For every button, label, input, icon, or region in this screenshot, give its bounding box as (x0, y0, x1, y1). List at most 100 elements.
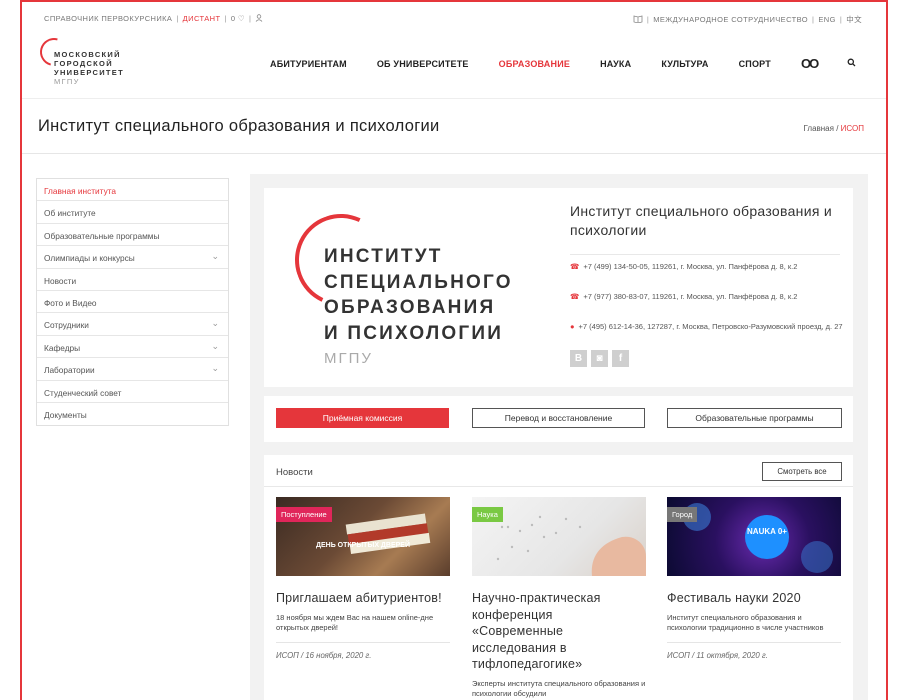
page-title: Институт специального образования и псих… (38, 117, 440, 135)
divider: | (839, 15, 843, 24)
social-links: B ◙ f (570, 350, 629, 367)
sidebar-item-news[interactable]: Новости (37, 269, 228, 291)
phone-icon: ☎ (570, 292, 580, 301)
nav-item-education[interactable]: ОБРАЗОВАНИЕ (499, 59, 570, 69)
divider: | (176, 14, 179, 23)
news-image[interactable]: Город NAUKA 0+ (667, 497, 841, 576)
instagram-icon[interactable]: ◙ (591, 350, 608, 367)
sidebar-item-label: Новости (44, 275, 77, 286)
sidebar-item-labs[interactable]: Лаборатории ⌄ (37, 358, 228, 381)
logo-text: МОСКОВСКИЙ ГОРОДСКОЙ УНИВЕРСИТЕТ МГПУ (54, 50, 124, 86)
news-tag: Наука (472, 507, 503, 522)
action-buttons: Приёмная комиссия Перевод и восстановлен… (264, 396, 853, 442)
divider: | (249, 14, 252, 23)
divider: | (812, 15, 815, 24)
sidebar-item-student-council[interactable]: Студенческий совет (37, 381, 228, 403)
institute-card: ИНСТИТУТ СПЕЦИАЛЬНОГО ОБРАЗОВАНИЯ И ПСИХ… (264, 188, 853, 387)
transfer-button[interactable]: Перевод и восстановление (472, 408, 645, 428)
sidebar-item-label: Фото и Видео (44, 297, 97, 308)
breadcrumb-current: ИСОП (840, 124, 864, 133)
sidebar-item-olympiads[interactable]: Олимпиады и конкурсы ⌄ (37, 246, 228, 269)
phone-icon: ☎ (570, 262, 580, 271)
news-headline[interactable]: Научно-практическая конференция «Совреме… (472, 590, 646, 673)
programs-button[interactable]: Образовательные программы (667, 408, 842, 428)
news-excerpt: 18 ноября мы ждем Вас на нашем online-дн… (276, 613, 450, 644)
news-headline[interactable]: Приглашаем абитуриентов! (276, 590, 450, 607)
vk-icon[interactable]: B (570, 350, 587, 367)
news-image[interactable]: Наука (472, 497, 646, 576)
sidebar-item-label: Лаборатории (44, 365, 95, 376)
sidebar-item-home[interactable]: Главная института (37, 179, 228, 202)
freshman-guide-link[interactable]: СПРАВОЧНИК ПЕРВОКУРСНИКА (44, 14, 172, 24)
lang-eng-link[interactable]: ENG (818, 15, 835, 24)
chevron-down-icon[interactable]: ⌄ (211, 341, 219, 352)
breadcrumb: Главная / ИСОП (804, 124, 864, 133)
breadcrumb-home[interactable]: Главная (804, 124, 834, 133)
sidebar-item-programs[interactable]: Образовательные программы (37, 224, 228, 247)
international-link[interactable]: МЕЖДУНАРОДНОЕ СОТРУДНИЧЕСТВО (653, 15, 808, 24)
book-icon[interactable] (633, 14, 643, 25)
news-date: ИСОП / 16 ноября, 2020 г. (276, 651, 372, 661)
chevron-down-icon[interactable]: ⌄ (211, 363, 219, 374)
page-frame: СПРАВОЧНИК ПЕРВОКУРСНИКА | ДИСТАНТ | 0 ♡… (20, 0, 888, 700)
sidebar-item-label: Образовательные программы (44, 230, 160, 241)
nav-item-applicants[interactable]: АБИТУРИЕНТАМ (270, 59, 347, 69)
divider: | (224, 14, 227, 23)
nav-item-sport[interactable]: СПОРТ (739, 59, 771, 69)
page-title-bar: Институт специального образования и псих… (22, 98, 886, 154)
university-logo[interactable]: МОСКОВСКИЙ ГОРОДСКОЙ УНИВЕРСИТЕТ МГПУ (34, 32, 140, 92)
distant-link[interactable]: ДИСТАНТ (183, 14, 221, 24)
location-pin-icon: ● (570, 322, 575, 331)
sidebar-item-staff[interactable]: Сотрудники ⌄ (37, 313, 228, 336)
contact-phone-1[interactable]: ☎ +7 (499) 134-50-05, 119261, г. Москва, … (570, 262, 845, 273)
sidebar-item-label: Сотрудники (44, 320, 89, 331)
sidebar-item-label: Главная института (44, 186, 117, 196)
nav-item-about[interactable]: ОБ УНИВЕРСИТЕТЕ (377, 59, 469, 69)
sidebar-item-documents[interactable]: Документы (37, 403, 228, 425)
sidebar-item-label: Олимпиады и конкурсы (44, 253, 135, 264)
chevron-down-icon[interactable]: ⌄ (211, 318, 219, 329)
contact-address[interactable]: ● +7 (495) 612-14-36, 127287, г. Москва, … (570, 322, 845, 333)
news-card[interactable]: Наука Научно-практическая конференция «С… (472, 497, 646, 700)
sidebar-item-label: Документы (44, 409, 87, 420)
accessibility-glasses-icon[interactable]: OO (801, 56, 819, 71)
content-area: ИНСТИТУТ СПЕЦИАЛЬНОГО ОБРАЗОВАНИЯ И ПСИХ… (250, 174, 868, 700)
breadcrumb-separator: / (836, 124, 839, 133)
main-area: Главная института Об институте Образоват… (22, 154, 886, 700)
sidebar-item-label: Студенческий совет (44, 387, 122, 398)
view-all-button[interactable]: Смотреть все (762, 462, 842, 481)
news-excerpt: Эксперты института специального образова… (472, 678, 646, 699)
divider: | (646, 15, 650, 24)
institute-sidebar: Главная института Об институте Образоват… (36, 178, 229, 427)
search-icon[interactable] (847, 58, 856, 70)
nav-item-culture[interactable]: КУЛЬТУРА (661, 59, 708, 69)
site-header: МОСКОВСКИЙ ГОРОДСКОЙ УНИВЕРСИТЕТ МГПУ АБ… (22, 28, 886, 98)
news-excerpt: Институт специального образования и псих… (667, 613, 841, 644)
chevron-down-icon[interactable]: ⌄ (211, 251, 219, 262)
lang-cn-link[interactable]: 中文 (846, 14, 862, 25)
news-headline[interactable]: Фестиваль науки 2020 (667, 590, 841, 607)
main-nav: АБИТУРИЕНТАМ ОБ УНИВЕРСИТЕТЕ ОБРАЗОВАНИЕ… (270, 56, 856, 71)
news-title: Новости (276, 467, 313, 478)
news-card[interactable]: Город NAUKA 0+ Фестиваль науки 2020 Инст… (667, 497, 841, 660)
news-date: ИСОП / 11 октября, 2020 г. (667, 651, 768, 661)
news-image-caption: NAUKA 0+ (747, 527, 787, 536)
sidebar-item-about[interactable]: Об институте (37, 201, 228, 224)
institute-logo: ИНСТИТУТ СПЕЦИАЛЬНОГО ОБРАЗОВАНИЯ И ПСИХ… (324, 246, 513, 367)
favorites-counter[interactable]: 0 ♡ (231, 14, 245, 24)
sidebar-item-label: Кафедры (44, 342, 81, 353)
news-header: Новости Смотреть все (264, 455, 853, 487)
institute-name: Институт специального образования и псих… (570, 202, 840, 255)
news-section: Новости Смотреть все Поступление ДЕНЬ ОТ… (264, 455, 853, 700)
admission-button[interactable]: Приёмная комиссия (276, 408, 449, 428)
news-image[interactable]: Поступление ДЕНЬ ОТКРЫТЫХ ДВЕРЕЙ (276, 497, 450, 576)
sidebar-item-departments[interactable]: Кафедры ⌄ (37, 336, 228, 359)
sidebar-item-media[interactable]: Фото и Видео (37, 291, 228, 314)
news-tag: Поступление (276, 507, 332, 522)
news-card[interactable]: Поступление ДЕНЬ ОТКРЫТЫХ ДВЕРЕЙ Приглаш… (276, 497, 450, 660)
sidebar-item-label: Об институте (44, 208, 96, 219)
facebook-icon[interactable]: f (612, 350, 629, 367)
nav-item-science[interactable]: НАУКА (600, 59, 631, 69)
user-icon[interactable] (255, 14, 263, 24)
contact-phone-2[interactable]: ☎ +7 (977) 380-83-07, 119261, г. Москва, … (570, 292, 845, 303)
